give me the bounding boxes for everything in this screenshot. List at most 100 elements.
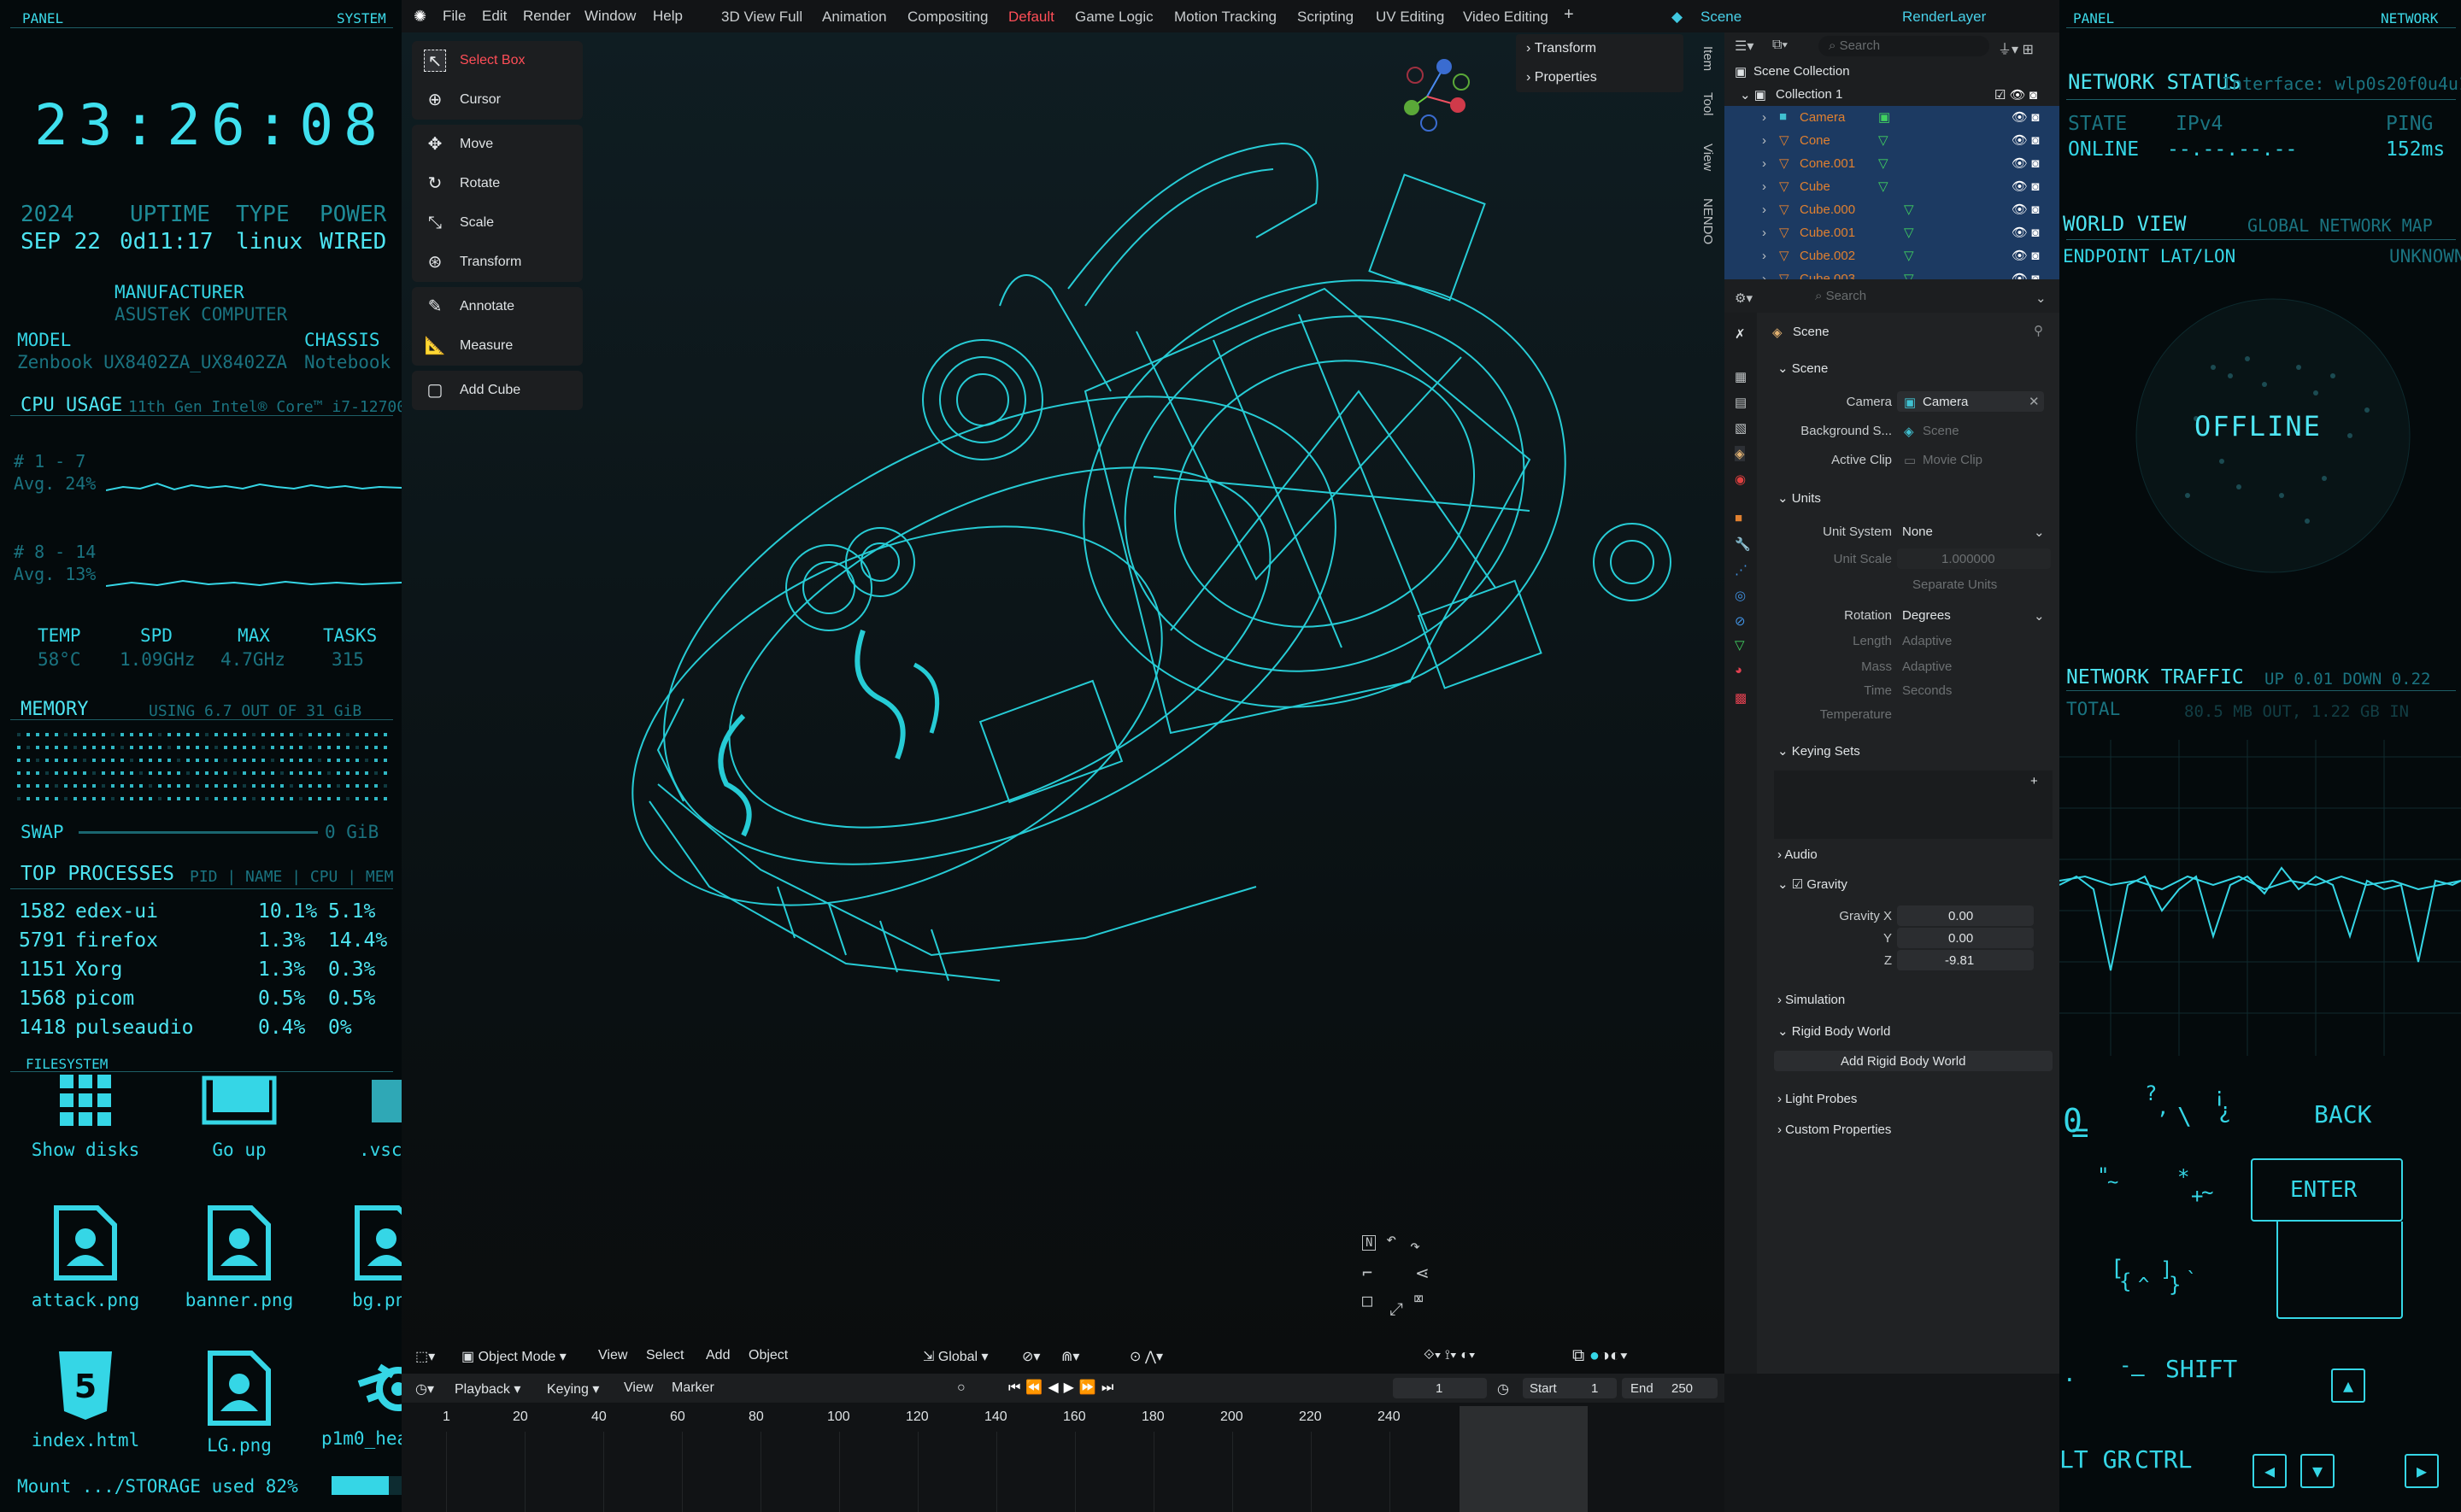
keying-sets-list[interactable] xyxy=(1774,771,2053,839)
world-tab-icon[interactable]: ◉ xyxy=(1735,472,1746,487)
outliner-object-row[interactable]: › ▽ Cone ▽ 👁 ◙ xyxy=(1724,129,2059,152)
add-workspace-button[interactable]: + xyxy=(1564,5,1574,25)
time-dropdown[interactable]: Seconds xyxy=(1902,683,1952,698)
add-keying-set-button[interactable]: + xyxy=(2030,774,2038,788)
visibility-icons[interactable]: 👁 ◙ xyxy=(2012,155,2039,171)
keying-menu[interactable]: Keying ▾ xyxy=(547,1380,599,1398)
enter-key-lower[interactable] xyxy=(2276,1222,2403,1319)
shading-mode-icons[interactable]: ⧉ ●◑◐▾ xyxy=(1572,1346,1628,1366)
tab-item[interactable]: Item xyxy=(1700,46,1715,71)
right-arrow-key[interactable]: ▶ xyxy=(2405,1454,2439,1488)
unit-system-dropdown[interactable]: None ⌄ xyxy=(1897,521,2051,542)
file-item[interactable]: bg.png xyxy=(352,1204,402,1324)
tab-3d-view-full[interactable]: 3D View Full xyxy=(721,9,802,26)
key[interactable]: ` xyxy=(2186,1269,2197,1291)
gravity-panel-header[interactable]: ⌄ ☑ Gravity xyxy=(1777,876,1847,892)
key[interactable]: ~ xyxy=(2107,1172,2118,1193)
3d-viewport[interactable]: ↖ Select Box ⊕ Cursor ✥ Move ↻ Rotate ⤡ Scale… xyxy=(402,32,1724,1374)
outliner-object-row[interactable]: › ▽ Cube.001 ▽ 👁 ◙ xyxy=(1724,221,2059,244)
scene-tab-icon[interactable]: ◈ xyxy=(1735,446,1745,461)
pin-icon[interactable]: ⚲ xyxy=(2034,323,2043,338)
scene-panel-header[interactable]: ⌄ Scene xyxy=(1777,360,1828,376)
current-frame-field[interactable]: 1 xyxy=(1393,1378,1487,1398)
add-rigid-body-world-button[interactable]: Add Rigid Body World xyxy=(1774,1051,2053,1071)
visibility-icons[interactable]: 👁 ◙ xyxy=(2012,225,2039,240)
tab-tool[interactable]: Tool xyxy=(1700,92,1715,116)
display-mode-icon[interactable]: ⧉▾ xyxy=(1772,38,1788,53)
outliner-object-row[interactable]: › ▽ Cone.001 ▽ 👁 ◙ xyxy=(1724,152,2059,175)
key[interactable]: { xyxy=(2119,1269,2131,1293)
tab-animation[interactable]: Animation xyxy=(822,9,887,26)
object-tab-icon[interactable]: ■ xyxy=(1735,511,1742,525)
outliner-search[interactable]: ⌕ Search xyxy=(1818,36,1989,56)
overlay-icons[interactable]: ⟐▾ ⟟▾ ◐▾ xyxy=(1424,1348,1476,1363)
menu-help[interactable]: Help xyxy=(653,8,683,25)
tool-cursor[interactable]: ⊕ Cursor xyxy=(412,80,583,120)
key[interactable]: ~ xyxy=(2201,1181,2213,1204)
key[interactable]: - xyxy=(2119,1353,2131,1377)
menu-view[interactable]: View xyxy=(598,1348,627,1363)
gravity-y-field[interactable]: 0.00 xyxy=(1897,928,2034,948)
tab-default[interactable]: Default xyxy=(1008,9,1054,26)
file-item[interactable]: .vscode xyxy=(342,1075,402,1169)
tab-uv-editing[interactable]: UV Editing xyxy=(1376,9,1444,26)
navigation-gizmo[interactable] xyxy=(1384,50,1478,144)
key[interactable]: * xyxy=(2177,1165,2189,1189)
tab-game-logic[interactable]: Game Logic xyxy=(1075,9,1154,26)
file-item[interactable]: LG.png xyxy=(179,1350,299,1469)
shift-key[interactable]: SHIFT xyxy=(2165,1355,2237,1383)
visibility-icons[interactable]: ☑ 👁 ◙ xyxy=(1994,87,2037,103)
outliner-object-row[interactable]: › ▽ Cube.003 ▽ 👁 ◙ xyxy=(1724,267,2059,279)
data-tab-icon[interactable]: ▽ xyxy=(1735,637,1745,653)
mass-dropdown[interactable]: Adaptive xyxy=(1902,659,1952,674)
undo-icon[interactable]: ↶ xyxy=(1386,1228,1396,1249)
outliner-object-row[interactable]: › ▽ Cube.000 ▽ 👁 ◙ xyxy=(1724,198,2059,221)
blender-logo-icon[interactable]: ✺ xyxy=(414,8,426,26)
ctrl-key[interactable]: CTRL xyxy=(2135,1445,2192,1474)
menu-file[interactable]: File xyxy=(443,8,466,25)
editor-type-icon[interactable]: ⬚▾ xyxy=(415,1348,435,1365)
file-item[interactable]: banner.png xyxy=(179,1204,299,1324)
tab-scripting[interactable]: Scripting xyxy=(1297,9,1354,26)
view-layer-selector[interactable]: RenderLayer xyxy=(1902,9,1986,26)
tool-scale[interactable]: ⤡ Scale xyxy=(412,203,583,243)
properties-search[interactable]: ⌕ Search xyxy=(1815,289,2012,308)
tab-compositing[interactable]: Compositing xyxy=(907,9,989,26)
unit-scale-field[interactable]: 1.000000 xyxy=(1897,548,2051,569)
tab-view[interactable]: View xyxy=(1700,144,1715,171)
visibility-icons[interactable]: 👁 ◙ xyxy=(2012,248,2039,263)
playback-menu[interactable]: Playback ▾ xyxy=(455,1380,520,1398)
key[interactable]: \ xyxy=(2177,1102,2192,1130)
texture-tab-icon[interactable]: ▩ xyxy=(1735,690,1747,706)
snap-toggle-icon[interactable]: ⋒▾ xyxy=(1061,1348,1079,1365)
key[interactable]: ¿ xyxy=(2218,1099,2232,1124)
tab-motion-tracking[interactable]: Motion Tracking xyxy=(1174,9,1277,26)
gravity-x-field[interactable]: 0.00 xyxy=(1897,905,2034,926)
particles-tab-icon[interactable]: ⋰ xyxy=(1735,562,1747,577)
key[interactable]: ? xyxy=(2145,1081,2157,1105)
scene-selector[interactable]: Scene xyxy=(1700,9,1741,26)
file-item[interactable]: p1m0_header xyxy=(321,1350,402,1469)
material-tab-icon[interactable]: ◕ xyxy=(1735,663,1742,677)
record-icon[interactable]: ○ xyxy=(957,1380,966,1396)
file-item[interactable]: Show disks xyxy=(32,1075,139,1169)
simulation-panel-header[interactable]: › Simulation xyxy=(1777,993,1845,1007)
backspace-key[interactable]: BACK xyxy=(2314,1100,2371,1128)
key[interactable]: 0 xyxy=(2063,1102,2082,1140)
chevron-down-icon[interactable]: ⌄ xyxy=(2035,290,2047,306)
file-item[interactable]: 5 index.html xyxy=(26,1350,145,1469)
tool-move[interactable]: ✥ Move xyxy=(412,125,583,164)
key[interactable]: } xyxy=(2169,1273,2181,1297)
render-tab-icon[interactable]: ▦ xyxy=(1735,369,1747,384)
visibility-icons[interactable]: 👁 ◙ xyxy=(2012,132,2039,148)
physics-tab-icon[interactable]: ◎ xyxy=(1735,588,1746,603)
enter-key[interactable]: ENTER xyxy=(2251,1158,2403,1222)
tool-tab-icon[interactable]: ✗ xyxy=(1735,326,1746,342)
menu-window[interactable]: Window xyxy=(584,8,636,25)
frame-icon[interactable]: □ xyxy=(1362,1290,1372,1310)
properties-panel-header[interactable]: › Properties xyxy=(1526,70,1597,85)
redo-icon[interactable]: ↷ xyxy=(1410,1235,1420,1256)
orientation-selector[interactable]: ⇲ Global ▾ xyxy=(923,1348,989,1365)
share-icon[interactable]: ⋖ xyxy=(1415,1263,1430,1283)
pivot-icon[interactable]: ⊘▾ xyxy=(1022,1348,1040,1365)
